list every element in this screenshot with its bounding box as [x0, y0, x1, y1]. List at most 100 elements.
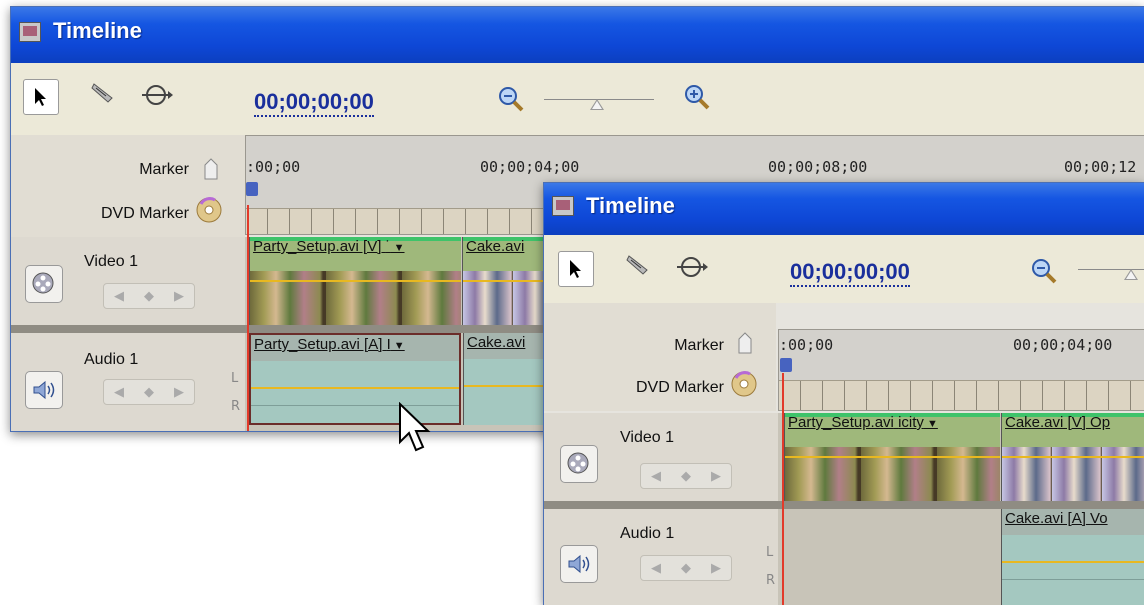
dvd-marker-label: DVD Marker — [100, 205, 189, 222]
ruler-tick-label: :00;00 — [779, 336, 834, 354]
mouse-cursor-icon — [398, 401, 432, 458]
track-separator — [544, 501, 1144, 509]
zoom-slider-thumb[interactable] — [590, 99, 604, 110]
video-clip[interactable]: Party_Setup.avi [V] ˙ ▼ — [249, 237, 461, 325]
razor-tool-button[interactable] — [620, 247, 656, 283]
opacity-rubber-band[interactable] — [250, 280, 461, 282]
ruler-tick-label: 00;00;04;00 — [480, 158, 580, 176]
channel-right-label: R — [766, 573, 776, 588]
keyframe-navigator[interactable]: ◀ ◆ ▶ — [103, 379, 195, 405]
audio-track-name: Audio 1 — [84, 351, 139, 368]
selection-tool-button[interactable] — [558, 251, 594, 287]
next-keyframe-icon[interactable]: ▶ — [711, 469, 721, 484]
track-select-tool-button[interactable] — [674, 249, 710, 285]
channel-divider — [1002, 579, 1144, 580]
time-ruler[interactable]: :00;00 00;00;04;00 — [778, 329, 1144, 411]
zoom-in-button[interactable] — [683, 83, 711, 111]
app-icon — [19, 22, 41, 42]
zoom-slider[interactable] — [544, 99, 654, 113]
opacity-rubber-band[interactable] — [785, 456, 1000, 458]
clip-name: Cake.avi — [467, 334, 526, 351]
speaker-icon — [568, 554, 590, 574]
channel-left-label: L — [766, 545, 774, 560]
clip-name: Cake.avi [A] Vo — [1005, 510, 1108, 527]
ruler-tick-label: :00;00 — [246, 158, 301, 176]
track-select-icon — [677, 257, 708, 277]
playhead-handle[interactable] — [780, 358, 792, 372]
video-track-name: Video 1 — [84, 253, 138, 270]
timecode-display[interactable]: 00;00;00;00 — [254, 89, 374, 117]
arrow-cursor-icon — [570, 260, 581, 278]
zoom-in-icon — [685, 85, 710, 110]
next-keyframe-icon[interactable]: ▶ — [711, 561, 721, 576]
marker-icon[interactable] — [202, 157, 220, 185]
zoom-slider[interactable] — [1078, 269, 1144, 283]
toolbar: 00;00;00;00 — [11, 63, 1144, 135]
volume-rubber-band[interactable] — [1002, 561, 1144, 563]
ruler-tick-strip — [779, 380, 1144, 410]
audio-toggle-button[interactable] — [25, 371, 63, 409]
video-track-name: Video 1 — [620, 429, 674, 446]
channel-right-label: R — [231, 399, 241, 414]
dvd-marker-label: DVD Marker — [635, 379, 724, 396]
prev-keyframe-icon[interactable]: ◀ — [651, 469, 661, 484]
audio-toggle-button[interactable] — [560, 545, 598, 583]
razor-tool-button[interactable] — [85, 75, 121, 111]
speaker-icon — [33, 380, 55, 400]
zoom-slider-thumb[interactable] — [1124, 269, 1138, 280]
zoom-out-icon — [499, 87, 524, 112]
film-reel-icon — [32, 272, 54, 294]
razor-icon — [91, 83, 113, 103]
razor-icon — [626, 255, 648, 275]
prev-keyframe-icon[interactable]: ◀ — [114, 385, 124, 400]
opacity-rubber-band[interactable] — [1002, 456, 1144, 458]
video-clip[interactable]: Cake.avi [V] Op — [1001, 413, 1144, 501]
add-keyframe-icon[interactable]: ◆ — [681, 561, 691, 576]
film-reel-icon — [567, 452, 589, 474]
prev-keyframe-icon[interactable]: ◀ — [114, 289, 124, 304]
timeline-window-front: Timeline 00;00;00;00 Marker DVD Marker :… — [543, 182, 1144, 605]
timecode-display[interactable]: 00;00;00;00 — [790, 259, 910, 287]
next-keyframe-icon[interactable]: ▶ — [174, 289, 184, 304]
audio-track-header: Audio 1 ◀ ◆ ▶ L R — [544, 509, 778, 605]
audio-track-name: Audio 1 — [620, 525, 675, 542]
video-clip[interactable]: Party_Setup.avi icity ▼ — [784, 413, 1000, 501]
volume-rubber-band[interactable] — [251, 387, 459, 389]
zoom-out-button[interactable] — [1030, 257, 1058, 285]
app-icon — [552, 196, 574, 216]
ruler-tick-label: 00;00;08;00 — [768, 158, 868, 176]
add-keyframe-icon[interactable]: ◆ — [681, 469, 691, 484]
prev-keyframe-icon[interactable]: ◀ — [651, 561, 661, 576]
add-keyframe-icon[interactable]: ◆ — [144, 289, 154, 304]
zoom-out-button[interactable] — [497, 85, 525, 113]
playhead-handle[interactable] — [246, 182, 258, 196]
playhead-line — [247, 205, 249, 431]
next-keyframe-icon[interactable]: ▶ — [174, 385, 184, 400]
marker-label: Marker — [674, 337, 724, 354]
video-track-header: Video 1 ◀ ◆ ▶ — [544, 413, 778, 501]
audio-track-area[interactable]: Cake.avi [A] Vo — [778, 509, 1144, 605]
playhead-line — [782, 373, 784, 605]
marker-icon[interactable] — [736, 331, 754, 359]
clip-name: Cake.avi — [466, 238, 525, 255]
video-toggle-button[interactable] — [25, 265, 63, 303]
video-toggle-button[interactable] — [560, 445, 598, 483]
window-title: Timeline — [53, 18, 142, 43]
zoom-out-icon — [1032, 259, 1057, 284]
add-keyframe-icon[interactable]: ◆ — [144, 385, 154, 400]
track-select-tool-button[interactable] — [139, 77, 175, 113]
video-track-area[interactable]: Party_Setup.avi icity ▼ Cake.avi [V] Op — [778, 413, 1144, 501]
marker-label: Marker — [139, 161, 189, 178]
clip-name: Party_Setup.avi [A] I ▼ — [254, 336, 405, 353]
selection-tool-button[interactable] — [23, 79, 59, 115]
keyframe-navigator[interactable]: ◀ ◆ ▶ — [640, 555, 732, 581]
dvd-icon[interactable] — [730, 370, 760, 404]
window-title: Timeline — [586, 193, 675, 218]
title-bar[interactable]: Timeline — [544, 183, 1144, 235]
keyframe-navigator[interactable]: ◀ ◆ ▶ — [103, 283, 195, 309]
dvd-icon[interactable] — [195, 196, 225, 230]
clip-name: Party_Setup.avi icity ▼ — [788, 414, 938, 431]
title-bar[interactable]: Timeline — [11, 7, 1144, 63]
keyframe-navigator[interactable]: ◀ ◆ ▶ — [640, 463, 732, 489]
audio-clip[interactable]: Cake.avi [A] Vo — [1001, 509, 1144, 605]
